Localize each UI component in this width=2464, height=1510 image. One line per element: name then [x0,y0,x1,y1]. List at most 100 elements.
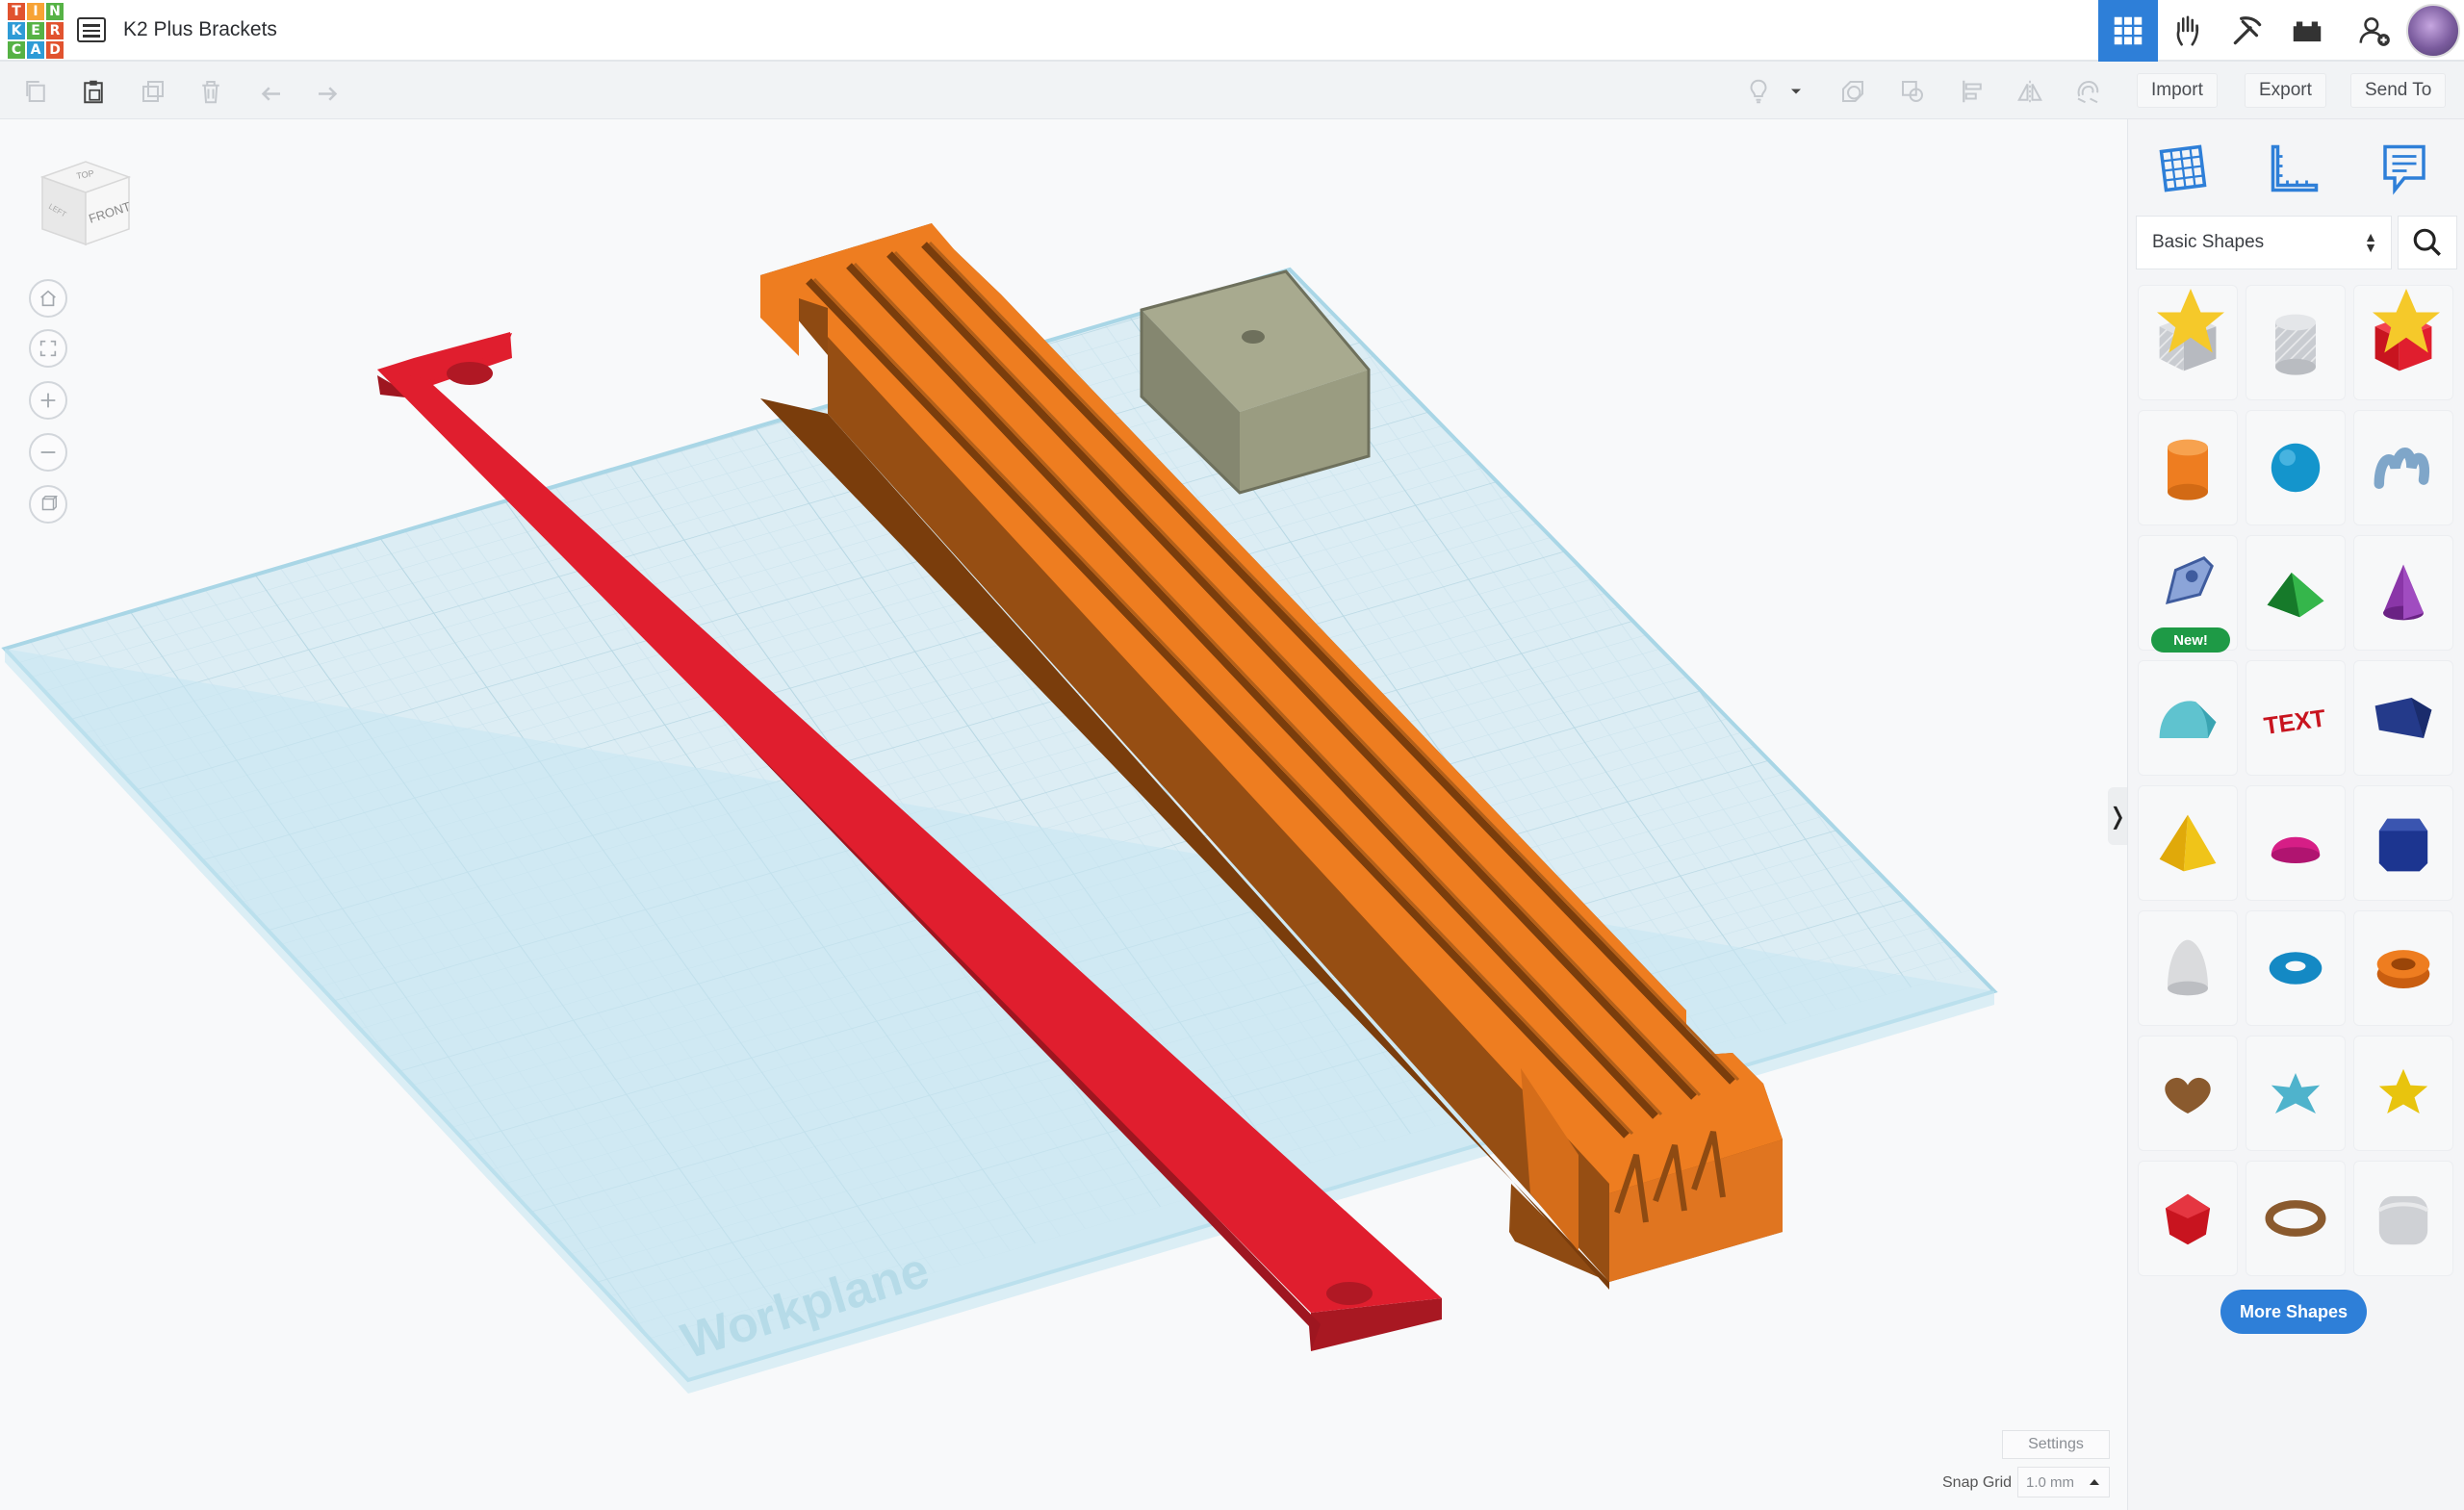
star-icon [2378,1068,2428,1113]
bricks-icon [2293,21,2322,42]
delete-button[interactable] [194,75,227,108]
zoom-out-button[interactable] [29,433,67,472]
logo-letter: T [8,3,25,20]
shape-library-select[interactable]: Basic Shapes ▲ ▼ [2136,216,2392,269]
shape-tube[interactable] [2353,910,2453,1026]
send-to-button[interactable]: Send To [2350,73,2447,108]
ruler-tool-button[interactable] [2261,135,2328,202]
shape-round-roof[interactable] [2138,660,2238,776]
shape-sphere[interactable] [2246,410,2346,525]
rounded-box-icon [2377,1195,2429,1245]
round-roof-icon [2159,701,2217,738]
shape-box-hole[interactable] [2138,285,2238,400]
chevron-right-icon: ❭ [2107,803,2128,830]
fit-to-view-icon [39,340,57,357]
mirror-icon [2017,80,2042,103]
heart-icon [2165,1077,2211,1113]
shape-scribble[interactable] [2353,410,2453,525]
more-shapes-button[interactable]: More Shapes [2220,1290,2367,1334]
shape-paraboloid[interactable] [2138,910,2238,1026]
duplicate-icon [142,81,164,102]
shape-half-sphere[interactable] [2246,785,2346,901]
codeblocks-button[interactable] [2158,0,2218,62]
invite-user-icon [2359,17,2390,46]
duplicate-button[interactable] [137,75,169,108]
shape-cone[interactable] [2353,535,2453,651]
tinkercad-logo[interactable]: T I N K E R C A D [8,3,64,59]
shape-pyramid[interactable] [2138,785,2238,901]
logo-letter: K [8,22,25,39]
shape-cylinder-hole[interactable] [2246,285,2346,400]
shape-shape-generator[interactable]: New! [2138,535,2238,653]
redo-button[interactable] [312,75,345,108]
fit-view-button[interactable] [29,329,67,368]
perspective-icon [41,496,59,511]
mirror-button[interactable] [2014,75,2046,108]
cruise-button[interactable] [2071,75,2104,108]
ring-icon [2265,1200,2326,1237]
logo-letter: I [27,3,44,20]
copy-button[interactable] [19,75,52,108]
perspective-button[interactable] [29,485,67,524]
import-button[interactable]: Import [2137,73,2218,108]
favorite-star-icon [2157,289,2224,353]
shape-heart[interactable] [2138,1036,2238,1151]
settings-button[interactable]: Settings [2002,1430,2110,1459]
shape-star-six[interactable] [2246,1036,2346,1151]
note-icon [2383,144,2426,195]
collapse-panel-handle[interactable]: ❭ [2108,787,2127,845]
align-button[interactable] [1956,75,1989,108]
notes-tool-button[interactable] [2371,135,2438,202]
ruler-icon [2271,144,2319,192]
shape-cylinder[interactable] [2138,410,2238,525]
workplane-tool-button[interactable] [2149,135,2217,202]
shape-ring[interactable] [2246,1161,2346,1276]
group-button[interactable] [1836,75,1869,108]
snap-grid-select[interactable]: 1.0 mm [2017,1467,2110,1497]
design-title[interactable]: K2 Plus Brackets [123,18,277,41]
paste-button[interactable] [77,75,110,108]
chevron-up-icon [2090,1479,2099,1485]
logo-letter: D [46,41,64,59]
workplane[interactable]: Workplane [0,119,2127,1463]
text-shape-label: TEXT [2262,704,2327,740]
undo-button[interactable] [254,75,287,108]
logo-letter: E [27,22,44,39]
invite-user-button[interactable] [2345,0,2404,62]
scene-canvas[interactable]: Workplane [0,119,2127,1510]
zoom-in-button[interactable] [29,381,67,420]
shape-wedge[interactable] [2353,660,2453,776]
minecraft-button[interactable] [2218,0,2277,62]
bricks-button[interactable] [2277,0,2337,62]
3d-view-button[interactable] [2098,0,2158,62]
shape-star[interactable] [2353,1036,2453,1151]
snap-grid-value: 1.0 mm [2026,1473,2075,1491]
wedge-icon [2374,698,2432,738]
user-avatar[interactable] [2406,4,2460,58]
export-button[interactable]: Export [2245,73,2326,108]
light-button[interactable] [1742,75,1775,108]
view-cube[interactable]: TOP FRONT LEFT [33,148,139,254]
plus-icon [40,393,56,408]
ungroup-button[interactable] [1896,75,1929,108]
minus-icon [40,451,56,453]
design-list-icon[interactable] [77,17,106,42]
tube-icon [2376,950,2430,988]
shape-polygon[interactable] [2353,785,2453,901]
shape-roof[interactable] [2246,535,2346,651]
group-icon [1842,81,1863,102]
shape-rounded-box[interactable] [2353,1161,2453,1276]
home-view-button[interactable] [29,279,67,318]
logo-letter: C [8,41,25,59]
search-icon [2413,228,2441,256]
shape-text[interactable]: TEXT [2246,660,2346,776]
chevron-down-icon [1791,89,1801,94]
copy-icon [26,81,45,102]
3d-viewport[interactable]: Workplane TOP FRONT LEFT ❭ Settings Snap… [0,119,2127,1510]
shape-icosahedron[interactable] [2138,1161,2238,1276]
shape-torus[interactable] [2246,910,2346,1026]
shape-box[interactable] [2353,285,2453,400]
home-icon [40,290,56,307]
search-shapes-button[interactable] [2398,216,2457,269]
light-dropdown-button[interactable] [1786,75,1806,108]
